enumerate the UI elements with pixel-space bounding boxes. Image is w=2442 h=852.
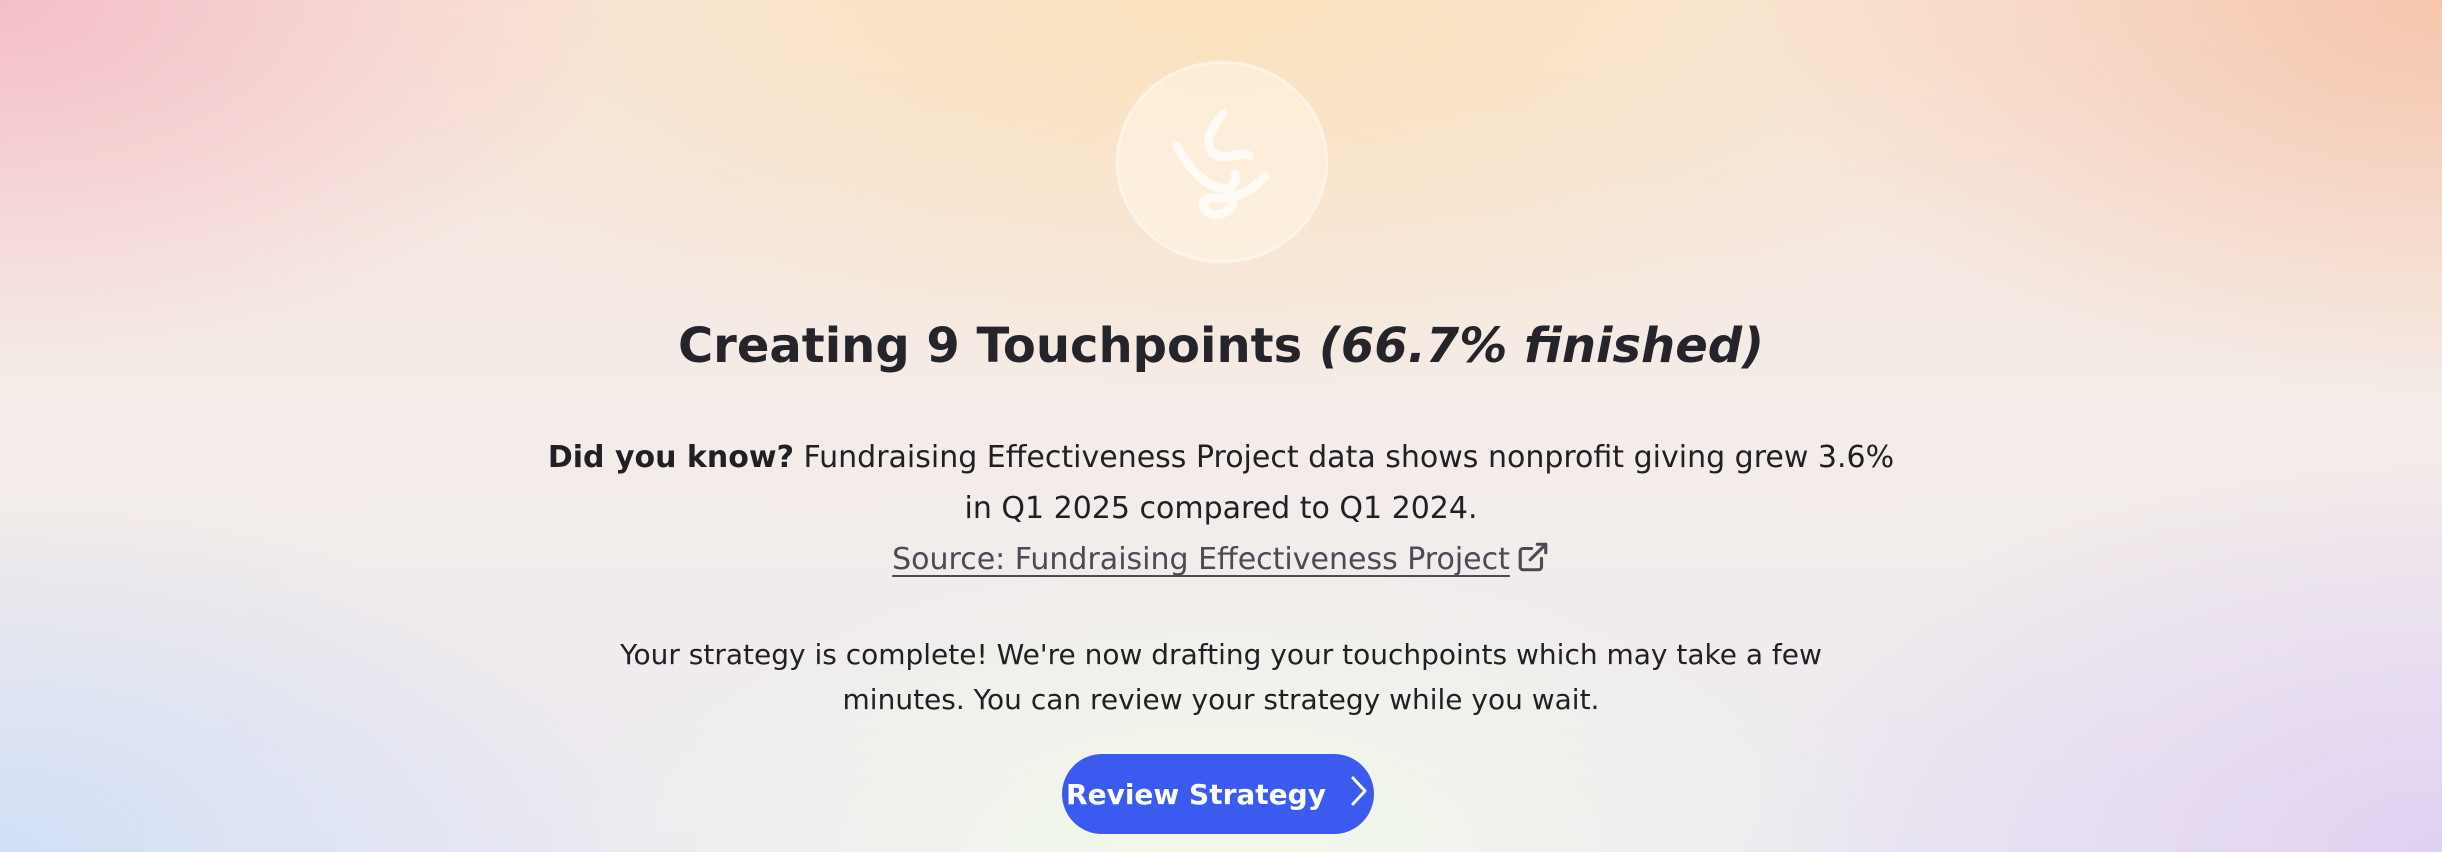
fact-body: Fundraising Effectiveness Project data s…	[803, 440, 1895, 526]
title-main: Creating 9 Touchpoints	[677, 318, 1303, 374]
source-link-label: Source: Fundraising Effectiveness Projec…	[892, 542, 1510, 577]
fact-lead: Did you know?	[547, 440, 794, 475]
status-message: Your strategy is complete! We're now dra…	[620, 638, 1822, 716]
review-strategy-label: Review Strategy	[1066, 777, 1326, 811]
progress-screen: Creating 9 Touchpoints (66.7% finished) …	[0, 0, 2442, 852]
review-strategy-button[interactable]: Review Strategy	[1062, 754, 1374, 834]
external-link-icon	[1516, 539, 1550, 590]
swirl-logo-icon	[1115, 60, 1329, 264]
did-you-know-panel: Did you know? Fundraising Effectiveness …	[540, 432, 1902, 590]
chevron-right-icon	[1348, 774, 1370, 815]
source-link[interactable]: Source: Fundraising Effectiveness Projec…	[892, 542, 1550, 577]
title-progress: (66.7% finished)	[1318, 318, 1765, 374]
page-title: Creating 9 Touchpoints (66.7% finished)	[0, 318, 2442, 374]
